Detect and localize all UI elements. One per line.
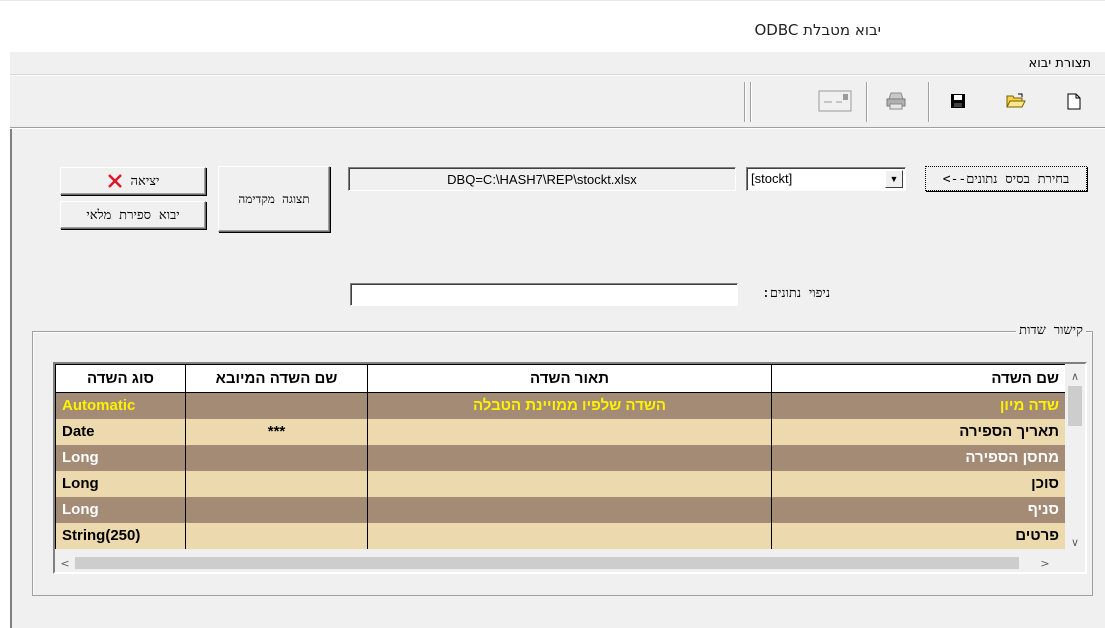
preview-button[interactable]: תצוגה מקדימה	[218, 166, 330, 232]
new-document-icon[interactable]	[1062, 90, 1086, 112]
menu-bar: תצורת יבוא	[10, 52, 1105, 75]
menu-import-configuration[interactable]: תצורת יבוא	[1029, 56, 1091, 71]
exit-button[interactable]: יציאה	[60, 167, 206, 195]
cell-field-type[interactable]: Date	[55, 418, 186, 445]
cell-description[interactable]: השדה שלפיו ממויינת הטבלה	[367, 392, 772, 419]
close-icon	[107, 174, 122, 188]
column-header-field-name[interactable]: שם השדה	[771, 364, 1066, 393]
vertical-scrollbar[interactable]: ∧ ∨	[1065, 364, 1085, 554]
toolbar-separator	[744, 82, 746, 122]
toolbar-separator	[866, 82, 868, 122]
horizontal-scrollbar[interactable]: < >	[55, 554, 1085, 572]
cell-description[interactable]	[367, 522, 772, 549]
cell-field-type[interactable]: Long	[55, 470, 186, 497]
title-bar: יבוא מטבלת ODBC	[0, 0, 1105, 52]
select-database-button[interactable]: בחירת בסיס נתונים-->	[925, 166, 1087, 191]
cell-field-type[interactable]: String(250)	[55, 522, 186, 549]
cell-field-type[interactable]: Long	[55, 444, 186, 471]
scroll-right-icon[interactable]: >	[1037, 555, 1053, 571]
print-icon[interactable]	[884, 90, 908, 112]
toolbar-separator	[750, 82, 752, 122]
table-row[interactable]: שדה מיון השדה שלפיו ממויינת הטבלה Automa…	[55, 392, 1066, 419]
import-stock-count-button[interactable]: יבוא ספירת מלאי	[60, 201, 206, 229]
cell-description[interactable]	[367, 470, 772, 497]
connection-string-field: DBQ=C:\HASH7\REP\stockt.xlsx	[348, 167, 736, 191]
cell-field-name[interactable]: סניף	[771, 496, 1066, 523]
filter-label: ניפוי נתונים:	[762, 286, 831, 301]
column-header-description[interactable]: תאור השדה	[367, 364, 772, 393]
filter-input[interactable]	[350, 283, 738, 306]
cell-field-type[interactable]: Automatic	[55, 392, 186, 419]
table-row[interactable]: תאריך הספירה *** Date	[55, 418, 1066, 445]
table-row[interactable]: מחסן הספירה Long	[55, 444, 1066, 471]
cell-field-name[interactable]: תאריך הספירה	[771, 418, 1066, 445]
cell-field-name[interactable]: סוכן	[771, 470, 1066, 497]
vertical-scroll-thumb[interactable]	[1068, 386, 1082, 426]
scroll-left-icon[interactable]: <	[57, 555, 73, 571]
scroll-down-icon[interactable]: ∨	[1065, 534, 1085, 550]
field-mapping-legend: קישור שדות	[1016, 322, 1086, 338]
cell-imported-field[interactable]	[185, 470, 368, 497]
cell-description[interactable]	[367, 444, 772, 471]
table-row[interactable]: סניף Long	[55, 496, 1066, 523]
field-mapping-grid[interactable]: שם השדה תאור השדה שם השדה המיובא סוג השד…	[53, 362, 1087, 574]
open-folder-icon[interactable]	[1004, 90, 1028, 112]
field-mapping-group: קישור שדות שם השדה תאור השדה שם השדה המי…	[32, 322, 1093, 596]
cell-field-name[interactable]: מחסן הספירה	[771, 444, 1066, 471]
scroll-up-icon[interactable]: ∧	[1065, 368, 1085, 384]
cell-field-name[interactable]: פרטים	[771, 522, 1066, 549]
toolbar-separator	[928, 82, 930, 122]
column-header-field-type[interactable]: סוג השדה	[55, 364, 186, 393]
cell-description[interactable]	[367, 418, 772, 445]
cell-field-name[interactable]: שדה מיון	[771, 392, 1066, 419]
mapping-table: שם השדה תאור השדה שם השדה המיובא סוג השד…	[55, 364, 1066, 549]
cell-imported-field[interactable]	[185, 392, 368, 419]
cell-imported-field[interactable]: ***	[185, 418, 368, 445]
window-icon[interactable]	[816, 90, 854, 112]
table-header-row: שם השדה תאור השדה שם השדה המיובא סוג השד…	[55, 364, 1066, 393]
window-title: יבוא מטבלת ODBC	[754, 21, 881, 39]
table-row[interactable]: פרטים String(250)	[55, 522, 1066, 549]
save-icon[interactable]	[946, 90, 970, 112]
chevron-down-icon[interactable]: ▼	[885, 170, 903, 188]
cell-imported-field[interactable]	[185, 444, 368, 471]
exit-label: יציאה	[130, 174, 160, 189]
cell-description[interactable]	[367, 496, 772, 523]
cell-imported-field[interactable]	[185, 522, 368, 549]
table-combo[interactable]: [stockt] ▼	[746, 167, 906, 191]
horizontal-scroll-thumb[interactable]	[75, 557, 1019, 569]
cell-field-type[interactable]: Long	[55, 496, 186, 523]
toolbar	[10, 76, 1105, 128]
main-panel: בחירת בסיס נתונים--> [stockt] ▼ DBQ=C:\H…	[10, 129, 1105, 628]
table-row[interactable]: סוכן Long	[55, 470, 1066, 497]
cell-imported-field[interactable]	[185, 496, 368, 523]
column-header-imported-field[interactable]: שם השדה המיובא	[185, 364, 368, 393]
table-combo-value: [stockt]	[751, 171, 793, 186]
